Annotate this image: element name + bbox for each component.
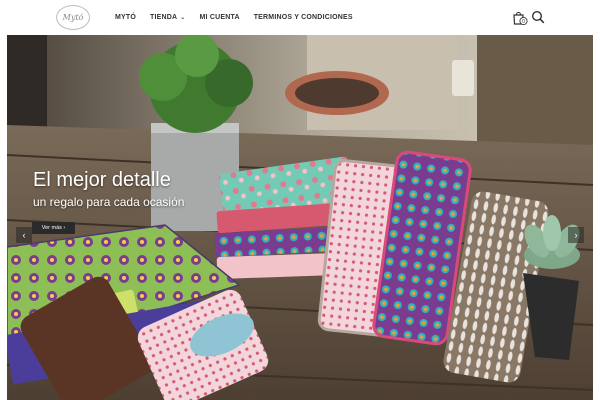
slider-next-button[interactable]: › [568,227,584,243]
search-button[interactable] [531,10,545,24]
nav-item-mi-cuenta[interactable]: MI CUENTA [200,14,240,21]
hero-subtitle: un regalo para cada ocasión [33,195,185,209]
hero-slider: El mejor detalle un regalo para cada oca… [7,35,593,400]
hero-image [7,35,593,400]
chevron-left-icon: ‹ [22,230,26,240]
cart-count: 0 [522,19,525,25]
brand-logo-text: Mytó [62,13,84,22]
chevron-down-icon: ⌄ [180,15,186,21]
shopping-bag-icon: 0 [513,11,528,26]
main-nav: MYTÓ TIENDA ⌄ MI CUENTA TERMINOS Y CONDIC… [115,0,367,35]
hero-title: El mejor detalle [33,169,171,191]
cart-button[interactable]: 0 [512,10,528,26]
chevron-right-icon: › [574,230,578,240]
nav-item-myto[interactable]: MYTÓ [115,14,136,21]
site-header: Mytó MYTÓ TIENDA ⌄ MI CUENTA TERMINOS Y C… [0,0,600,35]
nav-item-tienda[interactable]: TIENDA ⌄ [150,14,186,21]
slider-prev-button[interactable]: ‹ [16,227,32,243]
search-icon [531,10,545,24]
ver-mas-button[interactable]: Ver más › [32,222,75,234]
brand-logo[interactable]: Mytó [56,5,90,30]
nav-item-terminos[interactable]: TERMINOS Y CONDICIONES [254,14,353,21]
